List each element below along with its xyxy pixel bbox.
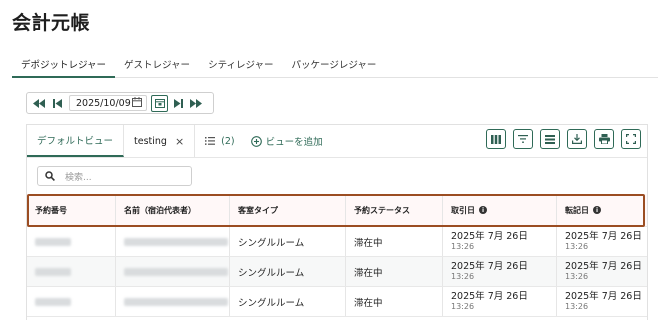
posting-date-cell: 2025年 7月 26日 13:26 xyxy=(557,227,647,256)
add-view-label: ビューを追加 xyxy=(265,137,323,148)
fast-backward-icon[interactable] xyxy=(31,95,47,111)
tab-default-view[interactable]: デフォルトビュー xyxy=(27,125,125,157)
posting-date-cell: 2025年 7月 26日 13:26 xyxy=(557,257,647,286)
tab-package-ledger[interactable]: パッケージレジャー xyxy=(283,52,386,78)
column-header-label: 取引日 xyxy=(451,205,475,215)
table-toolbar xyxy=(486,129,641,149)
tab-city-ledger[interactable]: シティレジャー xyxy=(199,52,282,78)
info-icon[interactable]: i xyxy=(479,206,487,214)
time-text: 13:26 xyxy=(451,272,475,281)
calendar-icon[interactable] xyxy=(132,96,142,110)
table-row[interactable]: シングルルーム 滞在中 2025年 7月 26日 13:26 2025年 7月 … xyxy=(27,227,647,257)
guest-name-cell xyxy=(116,287,230,316)
room-type-cell: シングルルーム xyxy=(230,227,346,256)
column-header-room-type[interactable]: 客室タイプ xyxy=(230,194,346,226)
time-text: 13:26 xyxy=(451,302,475,311)
redacted-value xyxy=(35,237,71,246)
time-text: 13:26 xyxy=(565,302,589,311)
date-text: 2025年 7月 26日 xyxy=(565,261,642,272)
fast-forward-icon[interactable] xyxy=(188,95,204,111)
reservation-number-cell xyxy=(27,227,116,256)
ledger-tabs: デポジットレジャー ゲストレジャー シティレジャー パッケージレジャー xyxy=(12,52,658,78)
column-header-transaction-date[interactable]: 取引日 i xyxy=(443,194,557,226)
calendar-today-icon xyxy=(154,99,165,108)
room-type-cell: シングルルーム xyxy=(230,287,346,316)
guest-name-cell xyxy=(116,227,230,256)
density-button[interactable] xyxy=(540,129,560,149)
status-cell: 滞在中 xyxy=(346,287,443,316)
time-text: 13:26 xyxy=(565,242,589,251)
posting-date-cell: 2025年 7月 26日 13:26 xyxy=(557,287,647,316)
date-text: 2025年 7月 26日 xyxy=(451,291,528,302)
search-icon xyxy=(45,171,55,181)
add-view-button[interactable]: ビューを追加 xyxy=(245,125,329,157)
today-calendar-button[interactable] xyxy=(151,94,168,112)
column-header-guest-name[interactable]: 名前（宿泊代表者） xyxy=(116,194,230,226)
views-count: (2) xyxy=(221,135,235,147)
date-text: 2025年 7月 26日 xyxy=(565,291,642,302)
ledger-table: 予約番号 名前（宿泊代表者） 客室タイプ 予約ステータス 取引日 i 転記日 i… xyxy=(27,194,647,317)
time-text: 13:26 xyxy=(565,272,589,281)
search-input[interactable]: 検索... xyxy=(37,166,192,186)
tab-testing-view[interactable]: testing × xyxy=(124,125,196,157)
skip-backward-icon[interactable] xyxy=(49,95,65,111)
search-placeholder: 検索... xyxy=(65,172,92,183)
ledger-panel: デフォルトビュー testing × (2) ビューを追加 検索... 予約番号… xyxy=(26,124,648,320)
date-value: 2025/10/09 xyxy=(76,97,131,109)
redacted-value xyxy=(124,237,228,246)
page-title: 会計元帳 xyxy=(12,12,91,34)
status-cell: 滞在中 xyxy=(346,227,443,256)
tab-deposit-ledger[interactable]: デポジットレジャー xyxy=(12,52,116,78)
columns-icon xyxy=(491,134,501,144)
download-button[interactable] xyxy=(567,129,587,149)
filter-button[interactable] xyxy=(513,129,533,149)
tab-guest-ledger[interactable]: ゲストレジャー xyxy=(115,52,199,78)
divider xyxy=(27,157,647,158)
redacted-value xyxy=(35,267,71,276)
columns-button[interactable] xyxy=(486,129,506,149)
redacted-value xyxy=(124,267,228,276)
table-row[interactable]: シングルルーム 滞在中 2025年 7月 26日 13:26 2025年 7月 … xyxy=(27,287,647,317)
transaction-date-cell: 2025年 7月 26日 13:26 xyxy=(443,287,557,316)
density-icon xyxy=(545,134,555,144)
date-navigator: 2025/10/09 xyxy=(26,92,214,114)
redacted-value xyxy=(35,297,71,306)
status-cell: 滞在中 xyxy=(346,257,443,286)
reservation-number-cell xyxy=(27,257,116,286)
close-icon[interactable]: × xyxy=(175,135,184,148)
column-header-reservation-number[interactable]: 予約番号 xyxy=(27,194,116,226)
time-text: 13:26 xyxy=(451,242,475,251)
view-list-button[interactable]: (2) xyxy=(195,125,244,157)
download-icon xyxy=(572,134,582,144)
table-header: 予約番号 名前（宿泊代表者） 客室タイプ 予約ステータス 取引日 i 転記日 i xyxy=(27,194,647,227)
list-icon xyxy=(205,137,216,145)
column-header-label: 転記日 xyxy=(565,205,589,215)
date-field[interactable]: 2025/10/09 xyxy=(69,95,147,111)
redacted-value xyxy=(124,297,228,306)
date-text: 2025年 7月 26日 xyxy=(565,231,642,242)
fullscreen-icon xyxy=(626,134,636,144)
print-icon xyxy=(598,134,610,144)
view-tabs: デフォルトビュー testing × (2) ビューを追加 xyxy=(27,125,329,157)
info-icon[interactable]: i xyxy=(593,206,601,214)
guest-name-cell xyxy=(116,257,230,286)
reservation-number-cell xyxy=(27,287,116,316)
column-header-posting-date[interactable]: 転記日 i xyxy=(557,194,647,226)
fullscreen-button[interactable] xyxy=(621,129,641,149)
room-type-cell: シングルルーム xyxy=(230,257,346,286)
date-text: 2025年 7月 26日 xyxy=(451,231,528,242)
print-button[interactable] xyxy=(594,129,614,149)
transaction-date-cell: 2025年 7月 26日 13:26 xyxy=(443,257,557,286)
plus-circle-icon xyxy=(250,135,262,147)
transaction-date-cell: 2025年 7月 26日 13:26 xyxy=(443,227,557,256)
skip-forward-icon[interactable] xyxy=(170,95,186,111)
filter-icon xyxy=(518,135,528,143)
view-tab-label: testing xyxy=(134,135,167,147)
table-row[interactable]: シングルルーム 滞在中 2025年 7月 26日 13:26 2025年 7月 … xyxy=(27,257,647,287)
column-header-reservation-status[interactable]: 予約ステータス xyxy=(346,194,443,226)
date-text: 2025年 7月 26日 xyxy=(451,261,528,272)
